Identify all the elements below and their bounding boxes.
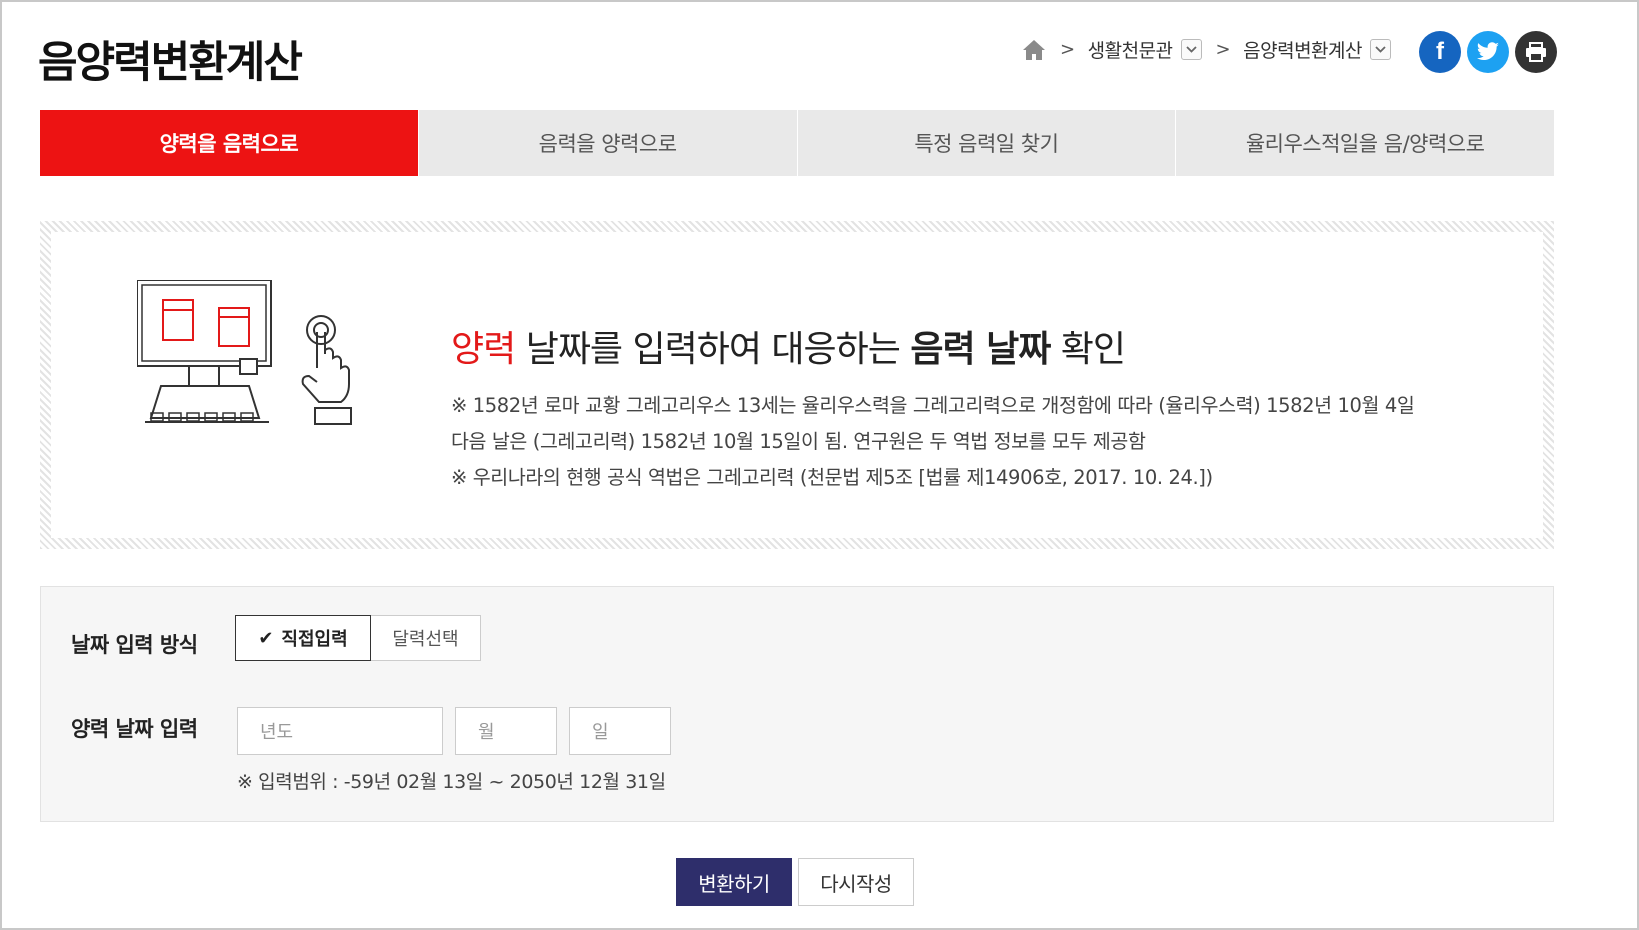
headline-solar: 양력 — [451, 329, 516, 370]
calendar-select-option[interactable]: 달력선택 — [371, 615, 481, 661]
tab-bar: 양력을 음력으로 음력을 양력으로 특정 음력일 찾기 율리우스적일을 음/양력… — [40, 110, 1554, 176]
info-box: 양력 날짜를 입력하여 대응하는 음력 날짜 확인 ※ 1582년 로마 교황 … — [40, 221, 1554, 549]
tab-julian-day[interactable]: 율리우스적일을 음/양력으로 — [1175, 110, 1554, 176]
breadcrumb: > 생활천문관 > 음양력변환계산 — [1022, 36, 1391, 63]
page-title: 음양력변환계산 — [38, 38, 303, 88]
headline-text: 날짜를 입력하여 대응하는 — [515, 329, 911, 370]
day-input[interactable]: 일 — [569, 707, 671, 755]
tab-solar-to-lunar[interactable]: 양력을 음력으로 — [40, 110, 418, 176]
input-range-note: ※ 입력범위 : -59년 02월 13일 ~ 2050년 12월 31일 — [237, 771, 666, 793]
facebook-icon[interactable]: f — [1419, 31, 1461, 73]
check-icon: ✔ — [258, 627, 274, 649]
breadcrumb-item-2[interactable]: 음양력변환계산 — [1243, 36, 1362, 63]
computer-touch-illustration — [137, 280, 352, 425]
direct-input-label: 직접입력 — [281, 629, 348, 650]
breadcrumb-item-1[interactable]: 생활천문관 — [1088, 36, 1173, 63]
info-note-2: 다음 날은 (그레고리력) 1582년 10월 15일이 됨. 연구원은 두 역… — [451, 430, 1146, 453]
convert-button[interactable]: 변환하기 — [676, 858, 792, 906]
tab-lunar-to-solar[interactable]: 음력을 양력으로 — [417, 110, 797, 176]
tab-find-lunar-day[interactable]: 특정 음력일 찾기 — [796, 110, 1176, 176]
date-input-form: 날짜 입력 방식 ✔ 직접입력 달력선택 양력 날짜 입력 년도 월 일 ※ 입… — [40, 586, 1554, 822]
home-icon[interactable] — [1022, 39, 1046, 61]
info-note-1: ※ 1582년 로마 교황 그레고리우스 13세는 율리우스력을 그레고리력으로… — [451, 394, 1415, 417]
chevron-right-icon: > — [1060, 39, 1075, 60]
direct-input-option[interactable]: ✔ 직접입력 — [235, 615, 371, 661]
info-note-3: ※ 우리나라의 현행 공식 역법은 그레고리력 (천문법 제5조 [법률 제14… — [451, 466, 1213, 489]
input-method-label: 날짜 입력 방식 — [71, 633, 198, 657]
reset-button[interactable]: 다시작성 — [798, 858, 914, 906]
chevron-down-icon[interactable] — [1180, 39, 1202, 60]
info-headline: 양력 날짜를 입력하여 대응하는 음력 날짜 확인 — [451, 320, 1126, 372]
month-input[interactable]: 월 — [455, 707, 557, 755]
print-icon[interactable] — [1515, 31, 1557, 73]
twitter-icon[interactable] — [1467, 31, 1509, 73]
chevron-right-icon: > — [1215, 39, 1231, 60]
chevron-down-icon[interactable] — [1370, 39, 1391, 60]
solar-date-label: 양력 날짜 입력 — [71, 717, 198, 741]
year-input[interactable]: 년도 — [237, 707, 443, 755]
headline-confirm: 확인 — [1050, 329, 1126, 370]
share-buttons: f — [1419, 31, 1557, 73]
headline-lunar-date: 음력 날짜 — [910, 329, 1051, 370]
input-method-toggle: ✔ 직접입력 달력선택 — [235, 615, 481, 661]
